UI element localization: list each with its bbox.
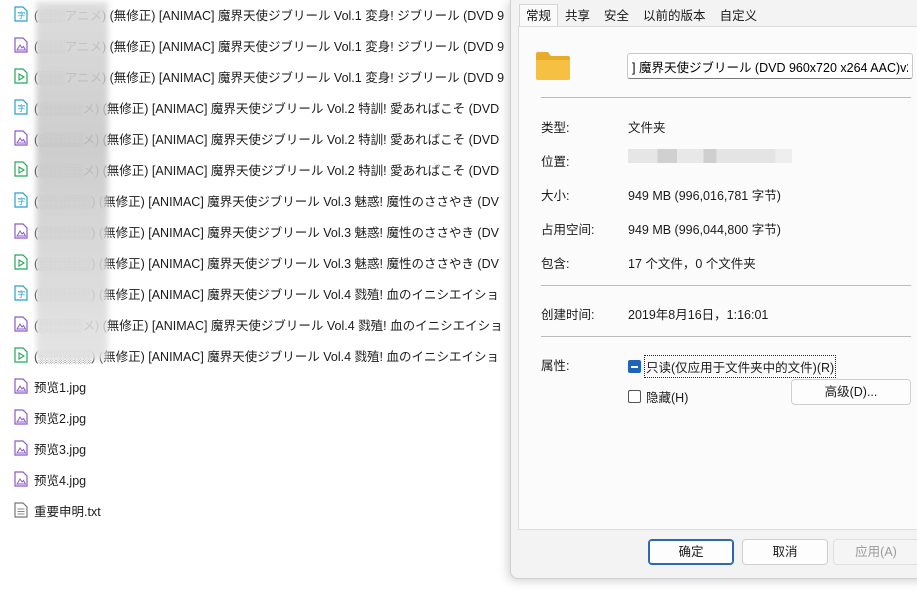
- location-label: 位置:: [541, 155, 570, 169]
- file-list-item[interactable]: 预览2.jpg: [14, 403, 514, 431]
- tab-security[interactable]: 安全: [597, 4, 636, 27]
- video-file-icon: [14, 347, 28, 363]
- cancel-button[interactable]: 取消: [742, 539, 828, 565]
- file-name: 预览4.jpg: [34, 473, 87, 488]
- svg-text:字: 字: [17, 103, 25, 113]
- contains-value: 17 个文件，0 个文件夹: [628, 257, 756, 271]
- size-value: 949 MB (996,016,781 字节): [628, 189, 781, 203]
- folder-name-field[interactable]: [627, 53, 913, 79]
- apply-button[interactable]: 应用(A): [833, 539, 917, 565]
- readonly-checkbox[interactable]: 只读(仅应用于文件夹中的文件)(R): [628, 355, 837, 378]
- contains-label: 包含:: [541, 257, 570, 271]
- image-file-icon: [14, 130, 28, 146]
- image-file-icon: [14, 223, 28, 239]
- created-label: 创建时间:: [541, 308, 595, 322]
- folder-icon: [536, 52, 570, 80]
- video-file-icon: [14, 254, 28, 270]
- image-file-icon: [14, 440, 28, 456]
- tab-general[interactable]: 常规: [519, 4, 559, 27]
- tab-previous-versions[interactable]: 以前的版本: [636, 4, 713, 27]
- disk-size-value: 949 MB (996,044,800 字节): [628, 223, 781, 237]
- subtitle-file-icon: 字: [14, 99, 28, 115]
- divider: [541, 97, 911, 98]
- redaction-blur: [36, 2, 108, 360]
- file-name: 预览1.jpg: [34, 380, 87, 395]
- file-list-item[interactable]: 预览3.jpg: [14, 434, 514, 462]
- text-file-icon: [14, 502, 28, 518]
- svg-text:字: 字: [17, 10, 25, 20]
- general-panel: 类型: 文件夹 位置: 大小: 949 MB (996,016,781 字节) …: [518, 26, 917, 530]
- video-file-icon: [14, 68, 28, 84]
- tab-customize[interactable]: 自定义: [713, 4, 765, 27]
- hidden-checkbox-label: 隐藏(H): [646, 391, 689, 405]
- hidden-checkbox[interactable]: 隐藏(H): [628, 387, 688, 406]
- readonly-checkbox-label: 只读(仅应用于文件夹中的文件)(R): [643, 355, 837, 378]
- image-file-icon: [14, 378, 28, 394]
- file-name: 重要申明.txt: [34, 504, 101, 519]
- image-file-icon: [14, 471, 28, 487]
- tab-sharing[interactable]: 共享: [558, 4, 597, 27]
- file-list-item[interactable]: 预览4.jpg: [14, 465, 514, 493]
- file-name: 预览2.jpg: [34, 411, 87, 426]
- properties-dialog: 常规 共享 安全 以前的版本 自定义 类型: 文件夹 位置: 大小: 949 M…: [510, 0, 917, 579]
- divider: [541, 336, 911, 337]
- tab-bar: 常规 共享 安全 以前的版本 自定义: [511, 4, 765, 27]
- subtitle-file-icon: 字: [14, 6, 28, 22]
- image-file-icon: [14, 409, 28, 425]
- video-file-icon: [14, 161, 28, 177]
- subtitle-file-icon: 字: [14, 192, 28, 208]
- type-label: 类型:: [541, 121, 570, 135]
- svg-text:字: 字: [17, 196, 25, 206]
- subtitle-file-icon: 字: [14, 285, 28, 301]
- advanced-button[interactable]: 高级(D)...: [791, 379, 911, 405]
- file-name: 预览3.jpg: [34, 442, 87, 457]
- size-label: 大小:: [541, 189, 570, 203]
- ok-button[interactable]: 确定: [648, 539, 734, 565]
- divider: [541, 285, 911, 286]
- location-value-redacted: [628, 149, 792, 163]
- disk-size-label: 占用空间:: [541, 223, 595, 237]
- checkbox-unchecked-icon: [628, 390, 641, 403]
- image-file-icon: [14, 37, 28, 53]
- svg-text:字: 字: [17, 289, 25, 299]
- file-list-item[interactable]: 重要申明.txt: [14, 496, 514, 524]
- attributes-label: 属性:: [541, 359, 570, 373]
- checkbox-indeterminate-icon: [628, 360, 641, 373]
- file-list-item[interactable]: 预览1.jpg: [14, 372, 514, 400]
- created-value: 2019年8月16日，1:16:01: [628, 308, 769, 322]
- type-value: 文件夹: [628, 121, 666, 135]
- image-file-icon: [14, 316, 28, 332]
